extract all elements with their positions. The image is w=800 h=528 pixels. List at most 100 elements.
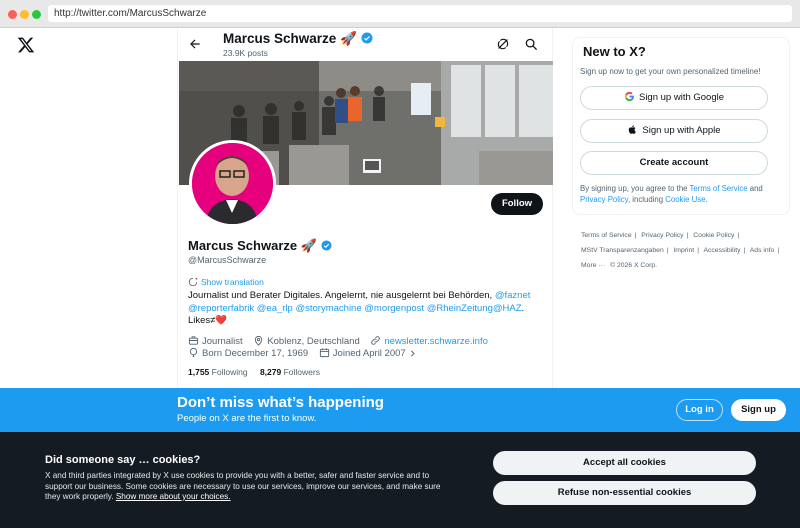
bio-mention-link[interactable]: @reporterfabrik — [188, 303, 254, 314]
profile-name: Marcus Schwarze 🚀 — [188, 238, 332, 254]
footer-link[interactable]: Ads info — [750, 247, 775, 254]
login-button[interactable]: Log in — [676, 399, 723, 421]
following-count: 1,755 — [188, 367, 210, 377]
new-to-x-subtitle: Sign up now to get your own personalized… — [580, 67, 761, 76]
cookie-body: X and third parties integrated by X use … — [45, 471, 441, 501]
terms-and: and — [747, 184, 763, 193]
signup-apple-label: Sign up with Apple — [642, 125, 721, 136]
signup-google-button[interactable]: Sign up with Google — [580, 86, 768, 110]
translate-icon — [188, 277, 198, 287]
cookie-banner: Did someone say … cookies? X and third p… — [0, 432, 800, 528]
bio-mention-link[interactable]: @HAZ — [493, 303, 522, 314]
privacy-policy-link[interactable]: Privacy Policy — [580, 195, 628, 204]
signup-apple-button[interactable]: Sign up with Apple — [580, 119, 768, 143]
website-link[interactable]: newsletter.schwarze.info — [384, 336, 488, 347]
cookie-more-link[interactable]: Show more about your choices. — [116, 492, 231, 501]
location-pin-icon — [255, 335, 263, 346]
verified-badge-icon — [321, 240, 332, 251]
terms-including: , including — [627, 194, 666, 204]
create-account-button[interactable]: Create account — [580, 151, 768, 175]
signup-bar-subtitle: People on X are the first to know. — [177, 413, 317, 424]
signup-terms: By signing up, you agree to the Terms of… — [580, 184, 784, 205]
balloon-icon — [189, 347, 198, 357]
profile-name-text: Marcus Schwarze — [188, 238, 298, 253]
bio-mention-link[interactable]: @morgenpost — [364, 303, 424, 314]
terms-end: . — [705, 194, 708, 204]
bio-mention-link[interactable]: @faznet — [495, 290, 531, 301]
profile-birthday: Born December 17, 1969 — [188, 347, 308, 359]
terms-of-service-link[interactable]: Terms of Service — [690, 184, 748, 193]
birthday-text: Born December 17, 1969 — [202, 348, 309, 359]
category-text: Journalist — [202, 336, 243, 347]
apple-icon — [629, 125, 637, 134]
location-text: Koblenz, Deutschland — [267, 336, 360, 347]
calendar-icon — [319, 348, 329, 358]
followers-count: 8,279 — [259, 367, 282, 377]
show-translation-link[interactable]: Show translation — [188, 277, 264, 287]
followers-stat[interactable]: 8,279 Followers — [260, 367, 320, 377]
bio-mention-link[interactable]: @ea_rlp — [257, 303, 293, 314]
followers-label: Followers — [283, 367, 320, 377]
address-bar[interactable]: http://twitter.com/MarcusSchwarze — [48, 5, 792, 22]
bio-text: Journalist und Berater Digitales. Angele… — [188, 290, 495, 301]
footer-link[interactable]: MStV Transparenzangaben — [581, 247, 664, 254]
follow-button[interactable]: Follow — [491, 193, 543, 215]
profile-location: Koblenz, Deutschland — [253, 335, 360, 347]
minimize-window-button[interactable] — [20, 10, 29, 19]
google-icon — [624, 91, 634, 102]
footer-more-link[interactable]: More ··· — [581, 262, 605, 269]
signup-bar-title: Don’t miss what’s happening — [177, 394, 384, 411]
briefcase-icon — [188, 336, 199, 345]
close-window-button[interactable] — [8, 10, 17, 19]
following-label: Following — [211, 367, 248, 377]
bio-mention-link[interactable]: @storymachine — [295, 303, 361, 314]
follow-stats: 1,755 Following 8,279 Followers — [188, 367, 320, 377]
chevron-right-icon — [411, 350, 415, 357]
signup-bottom-bar: Don’t miss what’s happening People on X … — [0, 388, 800, 432]
header-profile-name: Marcus Schwarze 🚀 — [223, 31, 373, 47]
profile-header-bar: Marcus Schwarze 🚀 23.9K posts — [178, 28, 554, 60]
bio-suffix: Likes≠ — [188, 315, 216, 326]
cookie-text: X and third parties integrated by X use … — [45, 471, 445, 503]
browser-chrome: http://twitter.com/MarcusSchwarze — [0, 0, 800, 28]
profile-website[interactable]: newsletter.schwarze.info — [370, 335, 488, 347]
bio-mention-link[interactable]: @RheinZeitung — [427, 303, 493, 314]
heart-emoji: ❤️ — [215, 315, 228, 326]
terms-prefix: By signing up, you agree to the — [580, 184, 690, 193]
header-name-text: Marcus Schwarze — [223, 31, 337, 46]
footer-link[interactable]: Cookie Policy — [693, 232, 734, 239]
signup-button[interactable]: Sign up — [731, 399, 786, 421]
rocket-emoji: 🚀 — [340, 31, 357, 46]
profile-bio: Journalist und Berater Digitales. Angele… — [188, 290, 531, 326]
profile-meta-row: Born December 17, 1969 Joined April 2007 — [188, 347, 428, 359]
refuse-cookies-button[interactable]: Refuse non-essential cookies — [493, 481, 756, 505]
footer-link[interactable]: Accessibility — [703, 247, 740, 254]
new-to-x-title: New to X? — [583, 44, 646, 59]
post-count: 23.9K posts — [223, 48, 268, 58]
profile-joined[interactable]: Joined April 2007 — [319, 347, 421, 359]
following-stat[interactable]: 1,755 Following — [188, 367, 248, 377]
verified-badge-icon — [361, 32, 373, 44]
link-icon — [371, 336, 381, 345]
maximize-window-button[interactable] — [32, 10, 41, 19]
show-translation-label: Show translation — [201, 277, 264, 287]
x-logo-icon[interactable] — [17, 36, 35, 54]
accept-cookies-button[interactable]: Accept all cookies — [493, 451, 756, 475]
footer-links: Terms of Service | Privacy Policy | Cookie… — [581, 232, 780, 269]
new-to-x-panel: New to X? Sign up now to get your own pe… — [572, 37, 790, 215]
profile-avatar[interactable] — [189, 140, 276, 227]
profile-handle: @MarcusSchwarze — [188, 255, 267, 265]
profile-column: Marcus Schwarze 🚀 23.9K posts Follow Mar… — [177, 28, 553, 388]
rocket-emoji: 🚀 — [300, 238, 317, 253]
footer-link[interactable]: Imprint — [673, 247, 694, 254]
footer-link[interactable]: Terms of Service — [581, 232, 632, 239]
back-arrow-icon[interactable] — [188, 37, 202, 51]
footer-link[interactable]: Privacy Policy — [641, 232, 683, 239]
footer-copyright: © 2026 X Corp. — [610, 262, 658, 269]
search-icon[interactable] — [524, 37, 538, 51]
profile-meta-row: Journalist Koblenz, Deutschland newslett… — [188, 335, 496, 347]
profile-category: Journalist — [188, 335, 243, 347]
joined-text: Joined April 2007 — [332, 348, 406, 359]
cookie-use-link[interactable]: Cookie Use — [665, 195, 705, 204]
grok-icon[interactable] — [496, 37, 510, 51]
